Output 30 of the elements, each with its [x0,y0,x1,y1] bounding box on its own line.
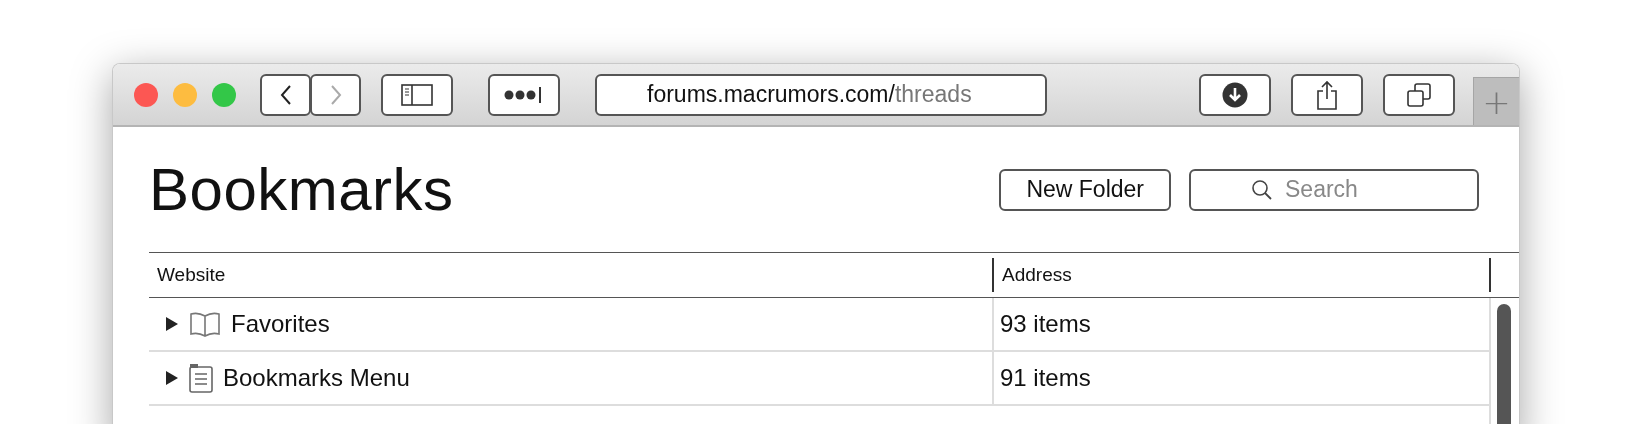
bookmark-name[interactable]: Favorites [231,310,330,338]
tabs-button[interactable] [1383,73,1455,116]
item-count: 91 items [1000,364,1091,392]
download-icon [1222,81,1248,108]
disclosure-triangle[interactable] [165,370,179,386]
list-icon [189,363,213,393]
column-header[interactable]: Address [1002,264,1072,286]
back-button[interactable] [260,73,311,116]
book-icon [189,311,221,337]
page-title: Bookmarks [149,155,455,224]
dots-icon [504,84,544,105]
chevron-right-icon [328,83,343,106]
chevron-left-icon [278,83,293,106]
address-field[interactable]: forums.macrumors.com/threads [595,73,1047,116]
close-button[interactable] [134,82,158,107]
column-header[interactable]: Website [157,264,226,286]
disclosure-triangle[interactable] [165,316,179,332]
sidebar-icon [401,83,433,106]
download-button[interactable] [1199,73,1271,116]
sidebar-button[interactable] [381,73,453,116]
reader-button[interactable] [488,73,560,116]
share-button[interactable] [1291,73,1363,116]
search-icon [1251,178,1273,201]
bookmark-name[interactable]: Bookmarks Menu [223,364,410,392]
tabs-icon [1406,81,1432,108]
share-icon [1316,79,1338,110]
search-field[interactable]: Search [1189,168,1479,211]
new-folder-button[interactable]: New Folder [999,168,1171,211]
scrollbar-thumb[interactable] [1497,304,1511,424]
item-count: 93 items [1000,310,1091,338]
